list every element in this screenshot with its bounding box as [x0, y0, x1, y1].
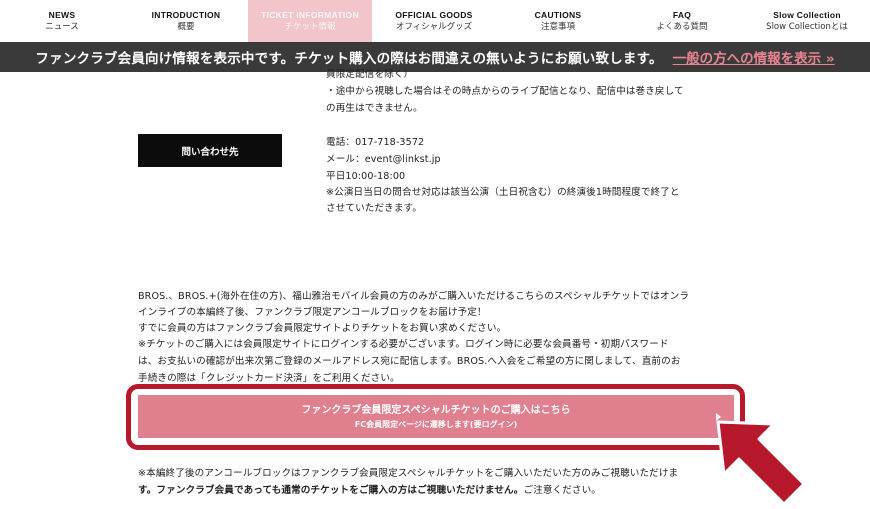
nav-item-en-label: OFFICIAL GOODS [395, 10, 473, 20]
body-text-line: インライブの本編終了後、ファンクラブ限定アンコールブロックをお届け予定！ [138, 307, 487, 318]
nav-item-en-label: INTRODUCTION [151, 10, 221, 20]
nav-item-official-goods[interactable]: OFFICIAL GOODS オフィシャルグッズ [372, 0, 496, 42]
contact-heading: 問い合わせ先 [138, 134, 282, 167]
nav-item-ja-label: Slow Collectionとは [766, 22, 848, 32]
top-navigation: NEWS ニュース INTRODUCTION 概要 TICKET INFORMA… [0, 0, 870, 42]
nav-item-introduction[interactable]: INTRODUCTION 概要 [124, 0, 248, 42]
nav-item-ja-label: 注意事項 [540, 22, 575, 32]
general-info-link[interactable]: 一般の方への情報を表示 » [673, 47, 835, 67]
cta-subtitle: FC会員限定ページに遷移します(要ログイン) [354, 419, 518, 429]
contact-note: ※公演日当日の問合せ対応は該当公演（土日祝含む）の終演後1時間程度で終了と [326, 187, 680, 198]
note-line: ・途中から視聴した場合はその時点からのライブ配信となり、配信中は巻き戻して [326, 86, 684, 97]
footer-note-bold: す。ファンクラブ会員であっても通常のチケットをご購入の方はご視聴いただけません。 [138, 485, 524, 496]
note-line: の再生はできません。 [326, 103, 423, 114]
nav-item-ja-label: チケット情報 [284, 22, 336, 32]
arrow-pointer-icon [716, 420, 806, 506]
nav-item-en-label: CAUTIONS [534, 10, 582, 20]
nav-item-slow-collection[interactable]: Slow Collection Slow Collectionとは [744, 0, 870, 42]
contact-email: メール：event@linkst.jp [326, 154, 441, 165]
cta-title: ファンクラブ会員限定スペシャルチケットのご購入はこちら [301, 404, 571, 416]
body-text-line: ※チケットのご購入には会員限定サイトにログインする必要がございます。ログイン時に… [138, 339, 669, 350]
nav-item-en-label: FAQ [672, 10, 692, 20]
nav-item-ja-label: オフィシャルグッズ [395, 22, 473, 32]
note-line: 員限定配信を除く） [326, 69, 414, 80]
contact-note: させていただきます。 [326, 203, 422, 214]
member-info-bar: ファンクラブ会員向け情報を表示中です。チケット購入の際はお間違えの無いようにお願… [0, 42, 870, 72]
nav-item-ticket-information[interactable]: TICKET INFORMATION チケット情報 [248, 0, 372, 42]
nav-item-en-label: TICKET INFORMATION [261, 10, 359, 20]
nav-item-ja-label: 概要 [177, 22, 195, 32]
nav-item-en-label: NEWS [48, 10, 76, 20]
nav-item-faq[interactable]: FAQ よくある質問 [620, 0, 744, 42]
footer-note-rest: ご注意ください。 [523, 485, 602, 496]
nav-item-ja-label: よくある質問 [656, 22, 708, 32]
body-text-line: すでに会員の方はファンクラブ会員限定サイトよりチケットをお買い求めください。 [138, 323, 507, 334]
nav-item-en-label: Slow Collection [773, 10, 841, 20]
contact-phone: 電話：017-718-3572 [326, 137, 425, 148]
nav-item-news[interactable]: NEWS ニュース [0, 0, 124, 42]
body-text-line: は、お支払いの確認が出来次第ご登録のメールアドレス宛に配信します。BROS.へ入… [138, 356, 681, 367]
body-text-line: BROS.、BROS.+(海外在住の方)、福山雅治モバイル会員の方のみがご購入い… [138, 291, 690, 302]
nav-item-cautions[interactable]: CAUTIONS 注意事項 [496, 0, 620, 42]
contact-hours: 平日10:00-18:00 [326, 171, 406, 182]
nav-item-ja-label: ニュース [45, 22, 79, 32]
footer-note-line: す。ファンクラブ会員であっても通常のチケットをご購入の方はご視聴いただけません。… [138, 482, 601, 499]
footer-note-line: ※本編終了後のアンコールブロックはファンクラブ会員限定スペシャルチケットをご購入… [138, 468, 679, 479]
info-bar-message: ファンクラブ会員向け情報を表示中です。チケット購入の際はお間違えの無いようにお願… [35, 51, 663, 67]
fc-special-ticket-purchase-button[interactable]: ファンクラブ会員限定スペシャルチケットのご購入はこちら FC会員限定ページに遷移… [138, 395, 734, 438]
